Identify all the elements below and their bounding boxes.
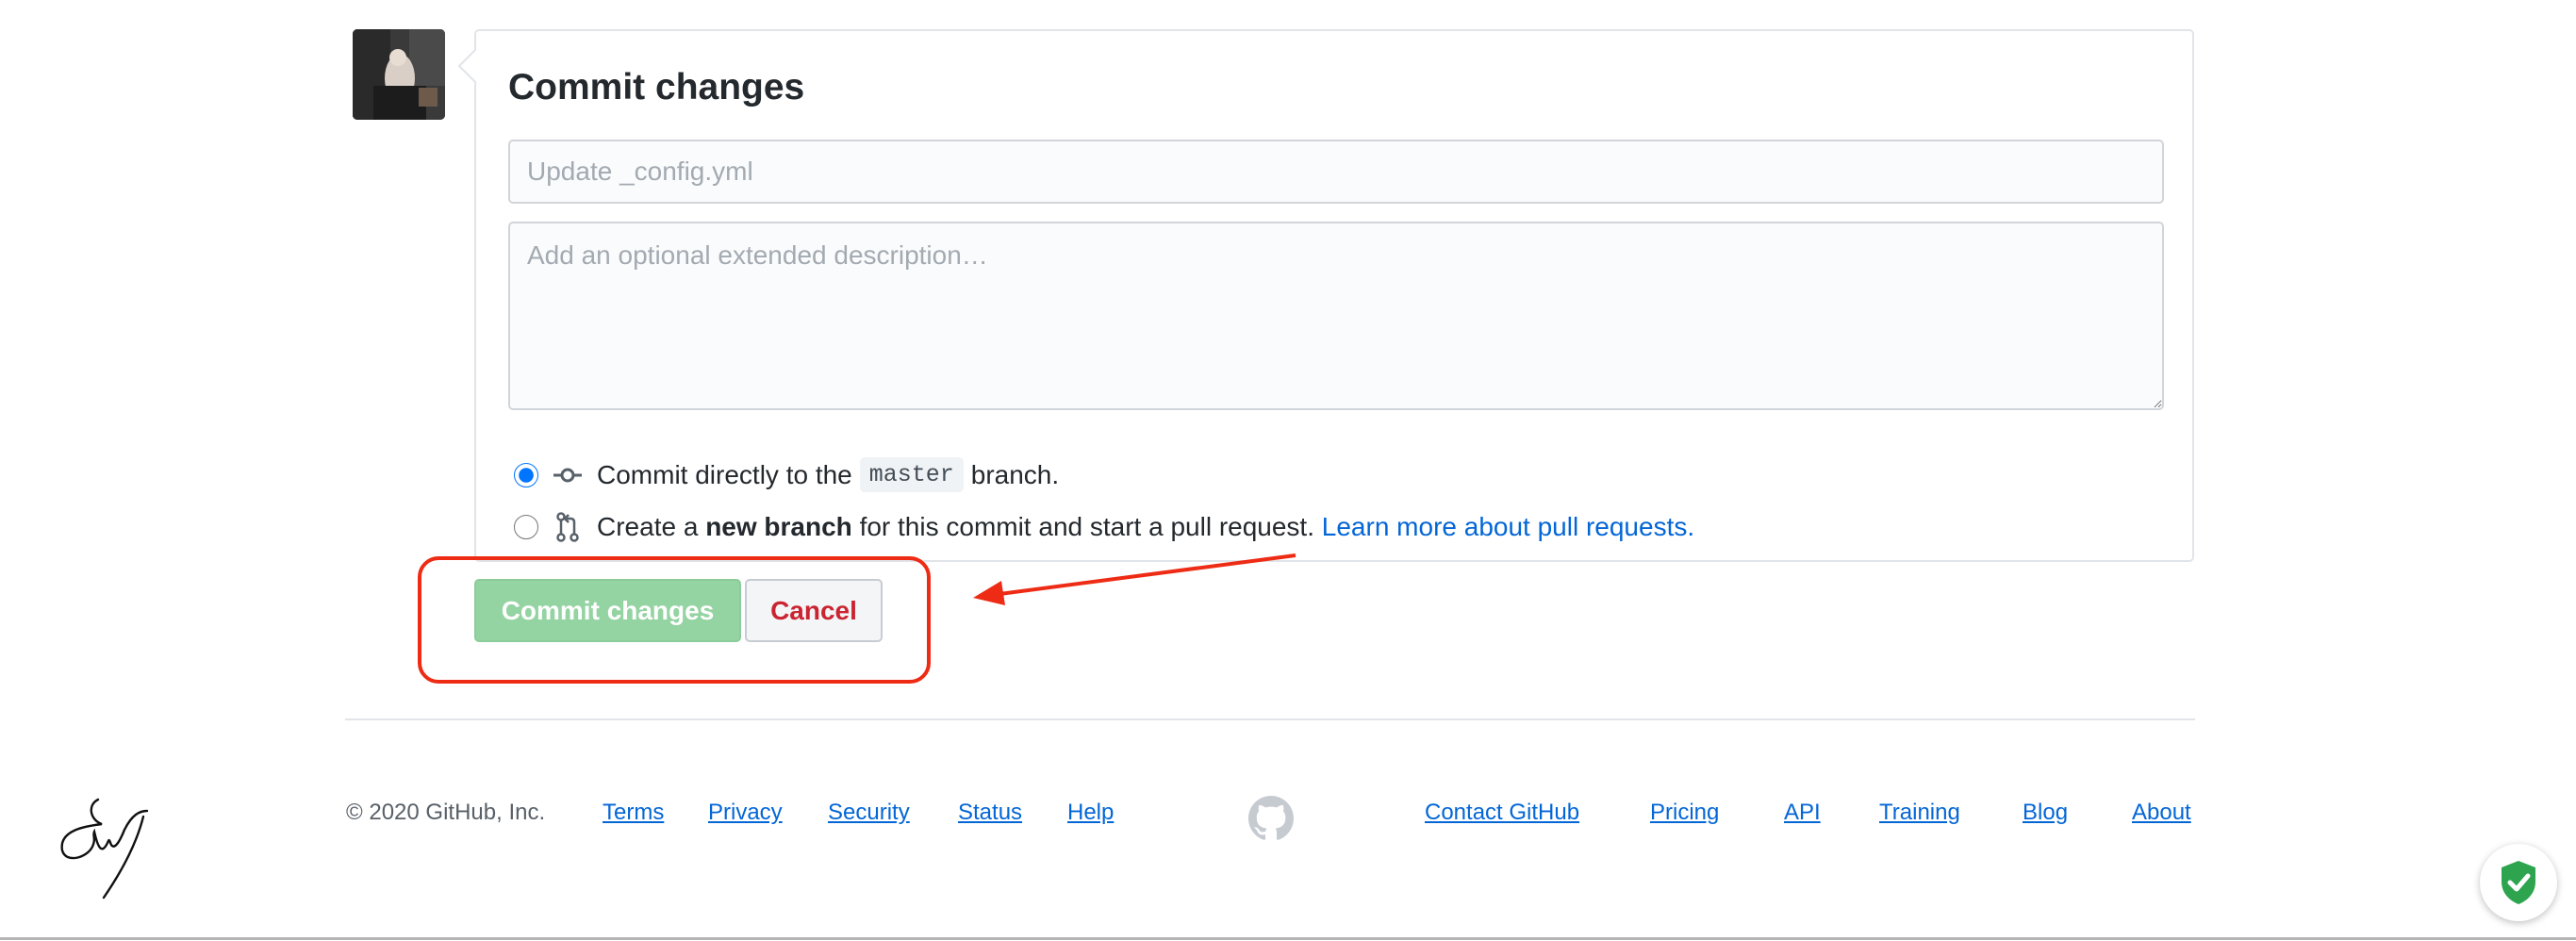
footer-link-terms[interactable]: Terms: [603, 799, 664, 827]
footer-copyright: © 2020 GitHub, Inc.: [346, 800, 546, 825]
footer-link-about[interactable]: About: [2132, 799, 2191, 827]
new-branch-radio[interactable]: [514, 515, 538, 539]
footer-link-security[interactable]: Security: [828, 799, 910, 827]
footer-link-pricing[interactable]: Pricing: [1650, 799, 1719, 827]
footer-link-contact-github[interactable]: Contact GitHub: [1425, 799, 1579, 827]
footer-link-training[interactable]: Training: [1879, 799, 1960, 827]
footer-divider: [345, 718, 2195, 720]
commit-direct-option[interactable]: Commit directly to the master branch.: [514, 457, 1059, 492]
commit-description-input[interactable]: [508, 222, 2164, 410]
new-branch-prefix: Create a: [597, 512, 699, 541]
commit-form-title: Commit changes: [508, 67, 805, 107]
commit-direct-suffix: branch.: [970, 459, 1060, 489]
footer-link-api[interactable]: API: [1784, 799, 1821, 827]
window-bottom-edge: [0, 937, 2576, 940]
footer-link-blog[interactable]: Blog: [2023, 799, 2068, 827]
commit-form: Commit changes Commit directly to the ma…: [474, 29, 2194, 562]
branch-name: master: [859, 457, 964, 492]
new-branch-suffix: for this commit and start a pull request…: [859, 512, 1314, 541]
footer-link-status[interactable]: Status: [958, 799, 1022, 827]
git-pull-request-icon: [552, 511, 584, 543]
shield-badge-button[interactable]: [2480, 844, 2557, 921]
footer-link-help[interactable]: Help: [1067, 799, 1114, 827]
commit-direct-prefix: Commit directly to the: [597, 459, 852, 489]
annotation-arrow-icon: [973, 553, 1296, 605]
page: Commit changes Commit directly to the ma…: [0, 0, 2576, 941]
annotation-highlight-box: [418, 556, 931, 684]
footer-link-privacy[interactable]: Privacy: [708, 799, 783, 827]
pull-requests-help-link[interactable]: Learn more about pull requests.: [1322, 512, 1694, 542]
avatar[interactable]: [353, 29, 445, 120]
github-octocat-icon[interactable]: [1248, 796, 1294, 841]
new-branch-bold: new branch: [705, 512, 852, 541]
commit-summary-input[interactable]: [508, 140, 2164, 204]
git-commit-icon: [552, 459, 584, 491]
new-branch-option[interactable]: Create a new branch for this commit and …: [514, 511, 1694, 543]
signature-logo: [60, 798, 149, 900]
commit-direct-radio[interactable]: [514, 462, 538, 487]
shield-check-icon: [2502, 861, 2535, 904]
